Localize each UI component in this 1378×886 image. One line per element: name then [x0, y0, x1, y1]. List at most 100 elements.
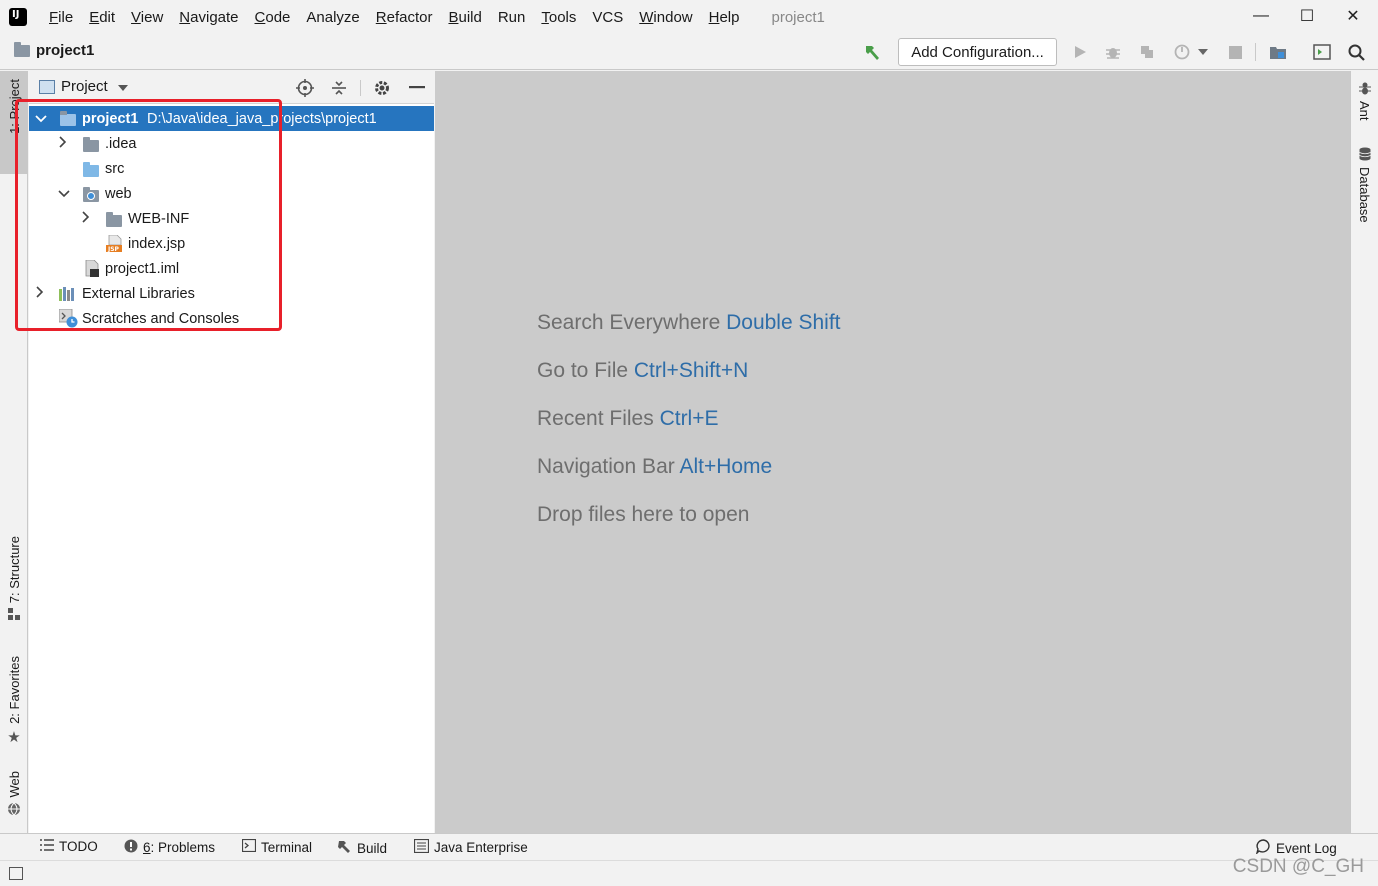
- close-button[interactable]: ✕: [1330, 0, 1376, 32]
- tab-problems-label: : Problems: [150, 840, 216, 855]
- tab-project[interactable]: 1: Project: [0, 71, 28, 174]
- tab-web[interactable]: Web: [0, 771, 28, 819]
- bottom-tool-stripe: TODO 6: Problems Terminal Build Java Ent…: [0, 833, 1378, 860]
- debug-icon[interactable]: [1103, 42, 1123, 62]
- tab-terminal[interactable]: Terminal: [241, 838, 312, 855]
- hide-panel-icon[interactable]: [406, 77, 428, 99]
- tab-todo-label: TODO: [59, 839, 98, 854]
- libraries-icon: [59, 286, 77, 305]
- chevron-right-icon[interactable]: [36, 286, 44, 301]
- tree-item-project1[interactable]: project1 D:\Java\idea_java_projects\proj…: [29, 106, 434, 131]
- hint-shortcut: Alt+Home: [679, 455, 773, 478]
- tree-item-label: Scratches and Consoles: [82, 310, 240, 327]
- tree-item-label: src: [105, 160, 125, 177]
- tab-favorites[interactable]: 2: Favorites ★: [0, 656, 28, 746]
- tree-item-web-inf[interactable]: WEB-INF: [29, 206, 434, 231]
- tree-item-index-jsp[interactable]: JSP index.jsp: [29, 231, 434, 256]
- tree-item-label: index.jsp: [128, 235, 186, 252]
- tab-problems[interactable]: 6: Problems: [124, 839, 215, 856]
- event-log-icon: [1255, 839, 1271, 857]
- run-anything-icon[interactable]: [1312, 42, 1332, 62]
- hint-shortcut: Ctrl+Shift+N: [633, 359, 749, 382]
- tab-problems-number: 6: [143, 840, 151, 855]
- breadcrumb[interactable]: project1: [14, 41, 94, 59]
- tab-todo[interactable]: TODO: [40, 839, 98, 854]
- hint-recent-files: Recent Files Ctrl+E: [537, 407, 719, 431]
- tab-ant[interactable]: Ant: [1357, 81, 1372, 121]
- profile-icon[interactable]: [1172, 42, 1192, 62]
- tab-build-label: Build: [357, 840, 388, 856]
- menu-analyze[interactable]: Analyze: [298, 9, 367, 26]
- menu-help[interactable]: Help: [701, 9, 748, 26]
- menu-view[interactable]: View: [123, 9, 171, 26]
- menu-run[interactable]: Run: [490, 9, 534, 26]
- chevron-down-icon[interactable]: [35, 112, 47, 126]
- editor-empty-area[interactable]: Search Everywhere Double Shift Go to Fil…: [435, 71, 1350, 833]
- breadcrumb-project[interactable]: project1: [36, 42, 94, 59]
- tree-item-path: D:\Java\idea_java_projects\project1: [147, 110, 377, 127]
- database-icon: [1358, 147, 1372, 164]
- chevron-down-icon[interactable]: [1196, 42, 1210, 62]
- tree-item-src[interactable]: src: [29, 156, 434, 181]
- java-enterprise-icon: [413, 838, 430, 856]
- collapse-all-icon[interactable]: [328, 77, 350, 99]
- hint-text: Drop files here to open: [537, 503, 750, 526]
- menu-build[interactable]: Build: [440, 9, 489, 26]
- hint-text: Search Everywhere: [537, 311, 721, 334]
- tree-item-external-libraries[interactable]: External Libraries: [29, 281, 434, 306]
- tree-item-idea[interactable]: .idea: [29, 131, 434, 156]
- tree-item-web[interactable]: web: [29, 181, 434, 206]
- menu-file[interactable]: File: [41, 9, 81, 26]
- menu-tools[interactable]: Tools: [533, 9, 584, 26]
- chevron-down-icon[interactable]: [58, 187, 70, 201]
- maximize-button[interactable]: ☐: [1284, 0, 1330, 32]
- tree-item-label: web: [105, 185, 132, 202]
- menu-code[interactable]: Code: [247, 9, 299, 26]
- tree-item-project1-iml[interactable]: project1.iml: [29, 256, 434, 281]
- hint-drop-files: Drop files here to open: [537, 503, 749, 527]
- hammer-icon: [337, 839, 352, 857]
- gear-icon[interactable]: [371, 77, 393, 99]
- navigation-toolbar: project1 Add Configuration...: [0, 34, 1378, 70]
- tree-item-scratches[interactable]: Scratches and Consoles: [29, 306, 434, 331]
- project-view-icon: [39, 79, 55, 94]
- folder-icon: [106, 212, 122, 227]
- hammer-build-icon[interactable]: [862, 42, 882, 62]
- intellij-idea-icon: IJ: [7, 6, 29, 28]
- chevron-right-icon[interactable]: [59, 136, 67, 151]
- tab-structure[interactable]: 7: Structure: [0, 536, 28, 623]
- left-tool-stripe: 1: Project 7: Structure 2: Favorites ★ W…: [0, 71, 28, 833]
- menu-window[interactable]: Window: [631, 9, 700, 26]
- chevron-right-icon[interactable]: [82, 211, 90, 226]
- coverage-icon[interactable]: [1137, 42, 1157, 62]
- hint-text: Go to File: [537, 359, 629, 382]
- tree-item-label: project1: [82, 110, 139, 127]
- tree-item-label: WEB-INF: [128, 210, 190, 227]
- tab-java-enterprise[interactable]: Java Enterprise: [413, 838, 528, 856]
- project-view-selector[interactable]: Project: [39, 78, 128, 95]
- terminal-icon: [241, 838, 257, 855]
- menu-navigate[interactable]: Navigate: [171, 9, 246, 26]
- tab-ant-label: Ant: [1357, 101, 1372, 121]
- run-icon[interactable]: [1070, 42, 1090, 62]
- folder-icon: [83, 137, 99, 152]
- menu-vcs[interactable]: VCS: [584, 9, 631, 26]
- tab-java-enterprise-label: Java Enterprise: [434, 840, 528, 855]
- toggle-tool-windows-icon[interactable]: [9, 867, 23, 880]
- project-structure-icon[interactable]: [1268, 42, 1288, 62]
- tab-event-log[interactable]: Event Log: [1255, 839, 1337, 857]
- add-configuration-button[interactable]: Add Configuration...: [898, 38, 1057, 66]
- tab-database[interactable]: Database: [1357, 147, 1372, 223]
- search-icon[interactable]: [1346, 42, 1366, 62]
- locate-icon[interactable]: [294, 77, 316, 99]
- hint-text: Navigation Bar: [537, 455, 675, 478]
- minimize-button[interactable]: —: [1238, 0, 1284, 32]
- menu-edit[interactable]: Edit: [81, 9, 123, 26]
- structure-icon: [8, 607, 20, 623]
- stop-icon[interactable]: [1225, 42, 1245, 62]
- project-tool-window: Project project1 D:\Java\idea_java_proje…: [29, 71, 434, 833]
- svg-text:JSP: JSP: [107, 246, 120, 252]
- tab-build[interactable]: Build: [337, 839, 387, 857]
- scratches-icon: [58, 308, 78, 332]
- menu-refactor[interactable]: Refactor: [368, 9, 441, 26]
